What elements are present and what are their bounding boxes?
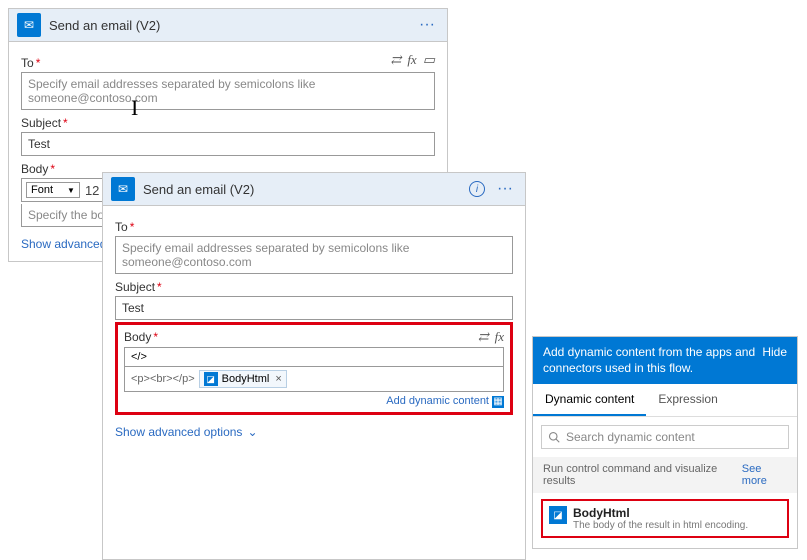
item-title: BodyHtml (573, 506, 748, 520)
body-label: Body* (124, 330, 158, 344)
card-header: ✉ Send an email (V2) ··· (9, 9, 447, 42)
panel-tabs: Dynamic content Expression (533, 384, 797, 417)
data-icon: ◪ (204, 372, 218, 386)
collapse-icon[interactable]: ▭ (423, 52, 435, 68)
chip-label: BodyHtml (222, 373, 270, 385)
item-description: The body of the result in html encoding. (573, 520, 748, 531)
card-title: Send an email (V2) (143, 182, 461, 197)
subject-label: Subject* (21, 116, 435, 130)
search-icon (548, 431, 560, 443)
tab-dynamic-content[interactable]: Dynamic content (533, 384, 646, 416)
chevron-down-icon: ⌄ (247, 425, 257, 439)
subject-input[interactable]: Test (115, 296, 513, 320)
email-card-front: ✉ Send an email (V2) i ··· To* Specify e… (102, 172, 526, 560)
to-input[interactable]: Specify email addresses separated by sem… (21, 72, 435, 110)
hide-panel-button[interactable]: Hide (756, 345, 787, 376)
font-size[interactable]: 12 (83, 183, 101, 198)
card-body: To* Specify email addresses separated by… (103, 206, 525, 559)
card-header: ✉ Send an email (V2) i ··· (103, 173, 525, 206)
dynamic-content-panel: Add dynamic content from the apps and co… (532, 336, 798, 549)
section-title: Run control command and visualize result… (543, 463, 742, 487)
show-advanced-link[interactable]: Show advanced options⌄ (115, 425, 258, 439)
panel-header-text: Add dynamic content from the apps and co… (543, 345, 756, 376)
code-toggle-row[interactable]: </> (124, 347, 504, 367)
tab-expression[interactable]: Expression (646, 384, 729, 416)
subject-input[interactable]: Test (21, 132, 435, 156)
more-menu[interactable]: ··· (493, 180, 517, 198)
to-label: To* (115, 220, 513, 234)
panel-header: Add dynamic content from the apps and co… (533, 337, 797, 384)
switch-mode-icon[interactable]: ⇄ (478, 329, 489, 345)
outlook-icon: ✉ (17, 13, 41, 37)
plus-icon: ▦ (492, 396, 504, 408)
info-icon[interactable]: i (469, 181, 485, 197)
subject-label: Subject* (115, 280, 513, 294)
more-menu[interactable]: ··· (415, 16, 439, 34)
search-dynamic-content[interactable]: Search dynamic content (541, 425, 789, 449)
add-dynamic-content-link[interactable]: Add dynamic content▦ (124, 395, 504, 408)
panel-section-header: Run control command and visualize result… (533, 457, 797, 493)
to-label: To* (21, 56, 40, 70)
fx-icon[interactable]: fx (495, 329, 504, 345)
body-content-row[interactable]: <p><br></p> ◪ BodyHtml × (124, 367, 504, 392)
search-placeholder: Search dynamic content (566, 430, 695, 444)
dynamic-content-chip[interactable]: ◪ BodyHtml × (199, 370, 287, 388)
to-input[interactable]: Specify email addresses separated by sem… (115, 236, 513, 274)
fx-icon[interactable]: fx (407, 52, 416, 68)
outlook-icon: ✉ (111, 177, 135, 201)
font-select[interactable]: Font▼ (26, 182, 80, 198)
dynamic-item-bodyhtml[interactable]: ◪ BodyHtml The body of the result in htm… (541, 499, 789, 538)
data-icon: ◪ (549, 506, 567, 524)
see-more-link[interactable]: See more (742, 463, 787, 487)
body-html-prefix: <p><br></p> (131, 373, 195, 385)
chip-remove-button[interactable]: × (275, 373, 281, 385)
card-title: Send an email (V2) (49, 18, 407, 33)
body-highlight-box: Body* ⇄ fx </> <p><br></p> ◪ BodyHtml × … (115, 322, 513, 415)
switch-mode-icon[interactable]: ⇄ (390, 52, 401, 68)
